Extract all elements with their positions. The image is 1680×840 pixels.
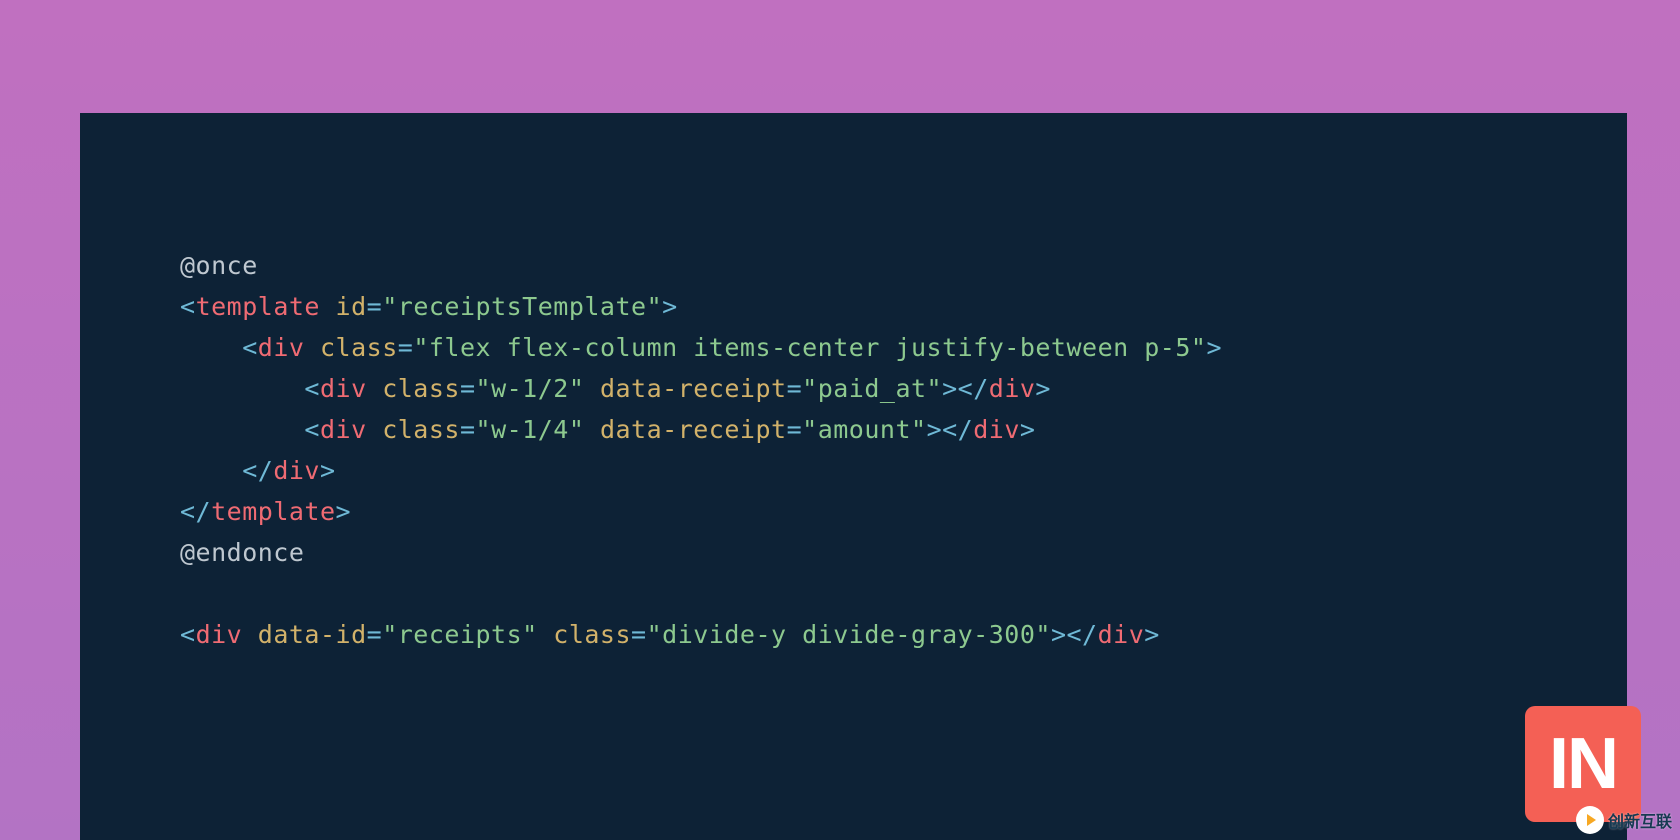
- code-token: @once: [180, 251, 258, 280]
- code-token: data-receipt: [600, 415, 787, 444]
- code-token: [584, 415, 600, 444]
- code-token: <: [180, 292, 196, 321]
- code-token: <: [304, 374, 320, 403]
- code-token: "amount": [802, 415, 926, 444]
- code-token: "w-1/4": [476, 415, 585, 444]
- code-token: class: [382, 415, 460, 444]
- page-background: @once <template id="receiptsTemplate"> <…: [0, 0, 1680, 840]
- code-token: =: [398, 333, 414, 362]
- code-token: @endonce: [180, 538, 304, 567]
- code-token: [584, 374, 600, 403]
- code-token: "paid_at": [802, 374, 942, 403]
- code-token: >: [1035, 374, 1051, 403]
- code-token: div: [273, 456, 320, 485]
- code-token: </: [180, 497, 211, 526]
- code-token: "receiptsTemplate": [382, 292, 662, 321]
- code-token: class: [320, 333, 398, 362]
- code-token: =: [460, 415, 476, 444]
- code-token: div: [989, 374, 1036, 403]
- code-token: ></: [942, 374, 989, 403]
- code-token: template: [196, 292, 320, 321]
- code-token: div: [320, 415, 367, 444]
- code-token: =: [460, 374, 476, 403]
- code-token: =: [787, 415, 803, 444]
- code-panel: @once <template id="receiptsTemplate"> <…: [80, 113, 1627, 840]
- code-token: class: [382, 374, 460, 403]
- code-token: =: [787, 374, 803, 403]
- code-token: >: [1206, 333, 1222, 362]
- code-token: =: [631, 620, 647, 649]
- code-token: [180, 374, 304, 403]
- code-token: [367, 415, 383, 444]
- code-token: =: [367, 292, 383, 321]
- code-token: [180, 333, 242, 362]
- code-token: [180, 415, 304, 444]
- code-token: data-id: [258, 620, 367, 649]
- code-token: "receipts": [382, 620, 538, 649]
- code-token: [304, 333, 320, 362]
- code-token: <: [242, 333, 258, 362]
- code-token: div: [320, 374, 367, 403]
- code-token: id: [336, 292, 367, 321]
- code-token: >: [1020, 415, 1036, 444]
- code-token: <: [304, 415, 320, 444]
- code-token: </: [242, 456, 273, 485]
- code-token: div: [258, 333, 305, 362]
- code-token: [180, 456, 242, 485]
- code-token: >: [1144, 620, 1160, 649]
- code-token: ></: [927, 415, 974, 444]
- code-token: class: [553, 620, 631, 649]
- code-token: [367, 374, 383, 403]
- code-token: <: [180, 620, 196, 649]
- code-token: =: [367, 620, 383, 649]
- code-token: div: [1098, 620, 1145, 649]
- code-token: ></: [1051, 620, 1098, 649]
- in-badge: IN: [1525, 706, 1641, 822]
- code-token: template: [211, 497, 335, 526]
- code-token: "flex flex-column items-center justify-b…: [413, 333, 1206, 362]
- code-token: >: [662, 292, 678, 321]
- code-token: [538, 620, 554, 649]
- in-badge-text: IN: [1549, 724, 1617, 804]
- code-token: data-receipt: [600, 374, 787, 403]
- code-token: [320, 292, 336, 321]
- code-token: div: [973, 415, 1020, 444]
- code-token: "w-1/2": [476, 374, 585, 403]
- code-block: @once <template id="receiptsTemplate"> <…: [180, 245, 1627, 655]
- code-token: div: [196, 620, 243, 649]
- code-token: >: [336, 497, 352, 526]
- code-token: [242, 620, 258, 649]
- code-token: >: [320, 456, 336, 485]
- code-token: "divide-y divide-gray-300": [647, 620, 1051, 649]
